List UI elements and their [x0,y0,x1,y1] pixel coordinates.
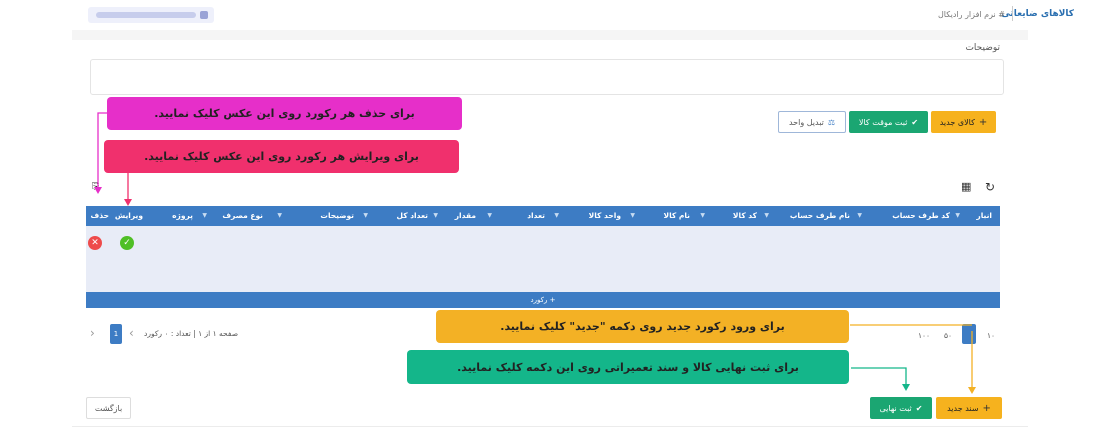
annotation-edit-hint: برای ویرایش هر رکورد روی این عکس کلیک نم… [104,140,459,173]
annotation-delete-hint: برای حذف هر رکورد روی این عکس کلیک نمایی… [107,97,462,130]
annotation-new-hint: برای ورود رکورد جدید روی دکمه "جدید" کلی… [436,310,849,343]
annotation-final-hint: برای ثبت نهایی کالا و سند تعمیراتی روی ا… [407,350,849,384]
